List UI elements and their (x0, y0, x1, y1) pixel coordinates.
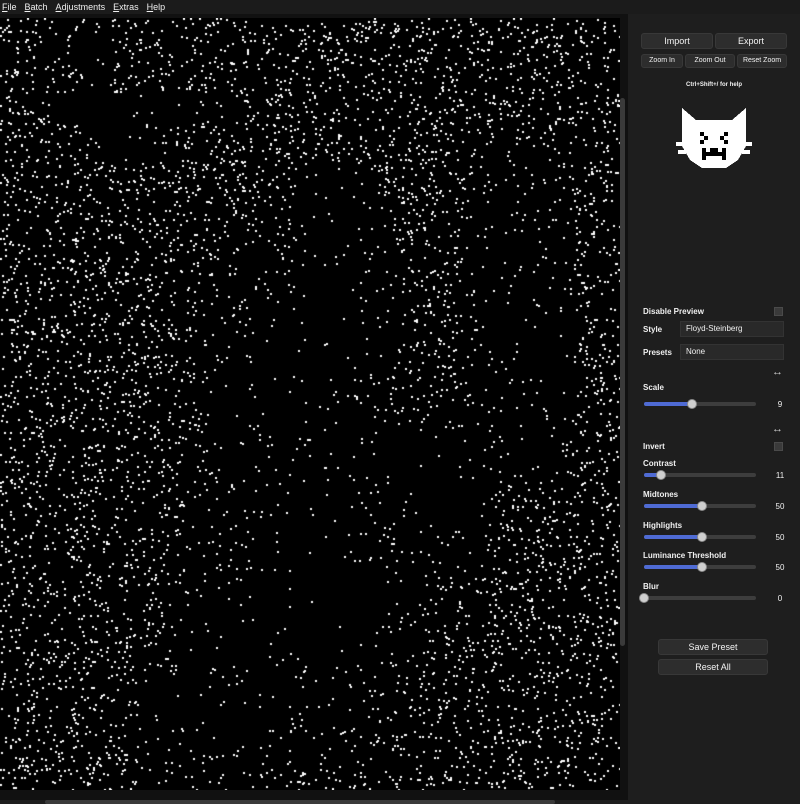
midtones-value: 50 (775, 502, 785, 511)
help-shortcut-text: Ctrl+Shift+/ for help (685, 82, 742, 88)
contrast-slider-thumb[interactable] (656, 470, 667, 480)
luminance-threshold-value: 50 (775, 563, 785, 572)
blur-label: Blur (643, 582, 659, 591)
midtones-label: Midtones (643, 490, 679, 499)
blur-value: 0 (777, 594, 783, 603)
luminance-threshold-slider-fill (644, 565, 703, 569)
import-button[interactable]: Import (641, 33, 713, 49)
contrast-value: 11 (775, 471, 785, 480)
highlights-slider[interactable] (644, 532, 756, 542)
save-preset-button[interactable]: Save Preset (658, 639, 768, 655)
vertical-scrollbar[interactable] (620, 98, 625, 646)
menu-extras[interactable]: Extras (109, 2, 143, 12)
scale-slider-fill (644, 402, 693, 406)
highlights-slider-thumb[interactable] (697, 532, 708, 542)
horizontal-arrows-icon[interactable]: ↔ (772, 367, 783, 378)
horizontal-arrows-icon[interactable]: ↔ (772, 424, 783, 435)
highlights-value: 50 (775, 533, 785, 542)
style-dropdown[interactable]: Floyd-Steinberg (680, 321, 784, 337)
contrast-label: Contrast (643, 459, 676, 468)
zoom-in-button[interactable]: Zoom In (641, 54, 683, 68)
blur-slider-thumb[interactable] (639, 593, 649, 603)
settings-panel: Import Export Zoom In Zoom Out Reset Zoo… (628, 14, 800, 800)
scale-value: 9 (777, 400, 783, 409)
disable-preview-label: Disable Preview (643, 307, 704, 316)
invert-checkbox[interactable] (774, 442, 783, 451)
horizontal-scrollbar[interactable] (45, 800, 555, 804)
export-button[interactable]: Export (715, 33, 787, 49)
menu-file[interactable]: File (0, 2, 21, 12)
menu-adjustments[interactable]: Adjustments (52, 2, 110, 12)
luminance-threshold-slider[interactable] (644, 562, 756, 572)
contrast-slider[interactable] (644, 470, 756, 480)
luminance-threshold-label: Luminance Threshold (643, 551, 727, 560)
disable-preview-checkbox[interactable] (774, 307, 783, 316)
menu-batch[interactable]: Batch (21, 2, 52, 12)
image-preview-area[interactable] (0, 14, 628, 804)
midtones-slider-fill (644, 504, 703, 508)
highlights-slider-fill (644, 535, 703, 539)
midtones-slider-thumb[interactable] (697, 501, 708, 511)
luminance-threshold-slider-thumb[interactable] (697, 562, 708, 572)
scale-label: Scale (643, 383, 664, 392)
menu-bar: File Batch Adjustments Extras Help (0, 0, 800, 14)
dithered-image-preview[interactable] (0, 18, 620, 790)
midtones-slider[interactable] (644, 501, 756, 511)
zoom-out-button[interactable]: Zoom Out (685, 54, 735, 68)
highlights-label: Highlights (643, 521, 683, 530)
menu-help[interactable]: Help (143, 2, 170, 12)
scale-slider[interactable] (644, 399, 756, 409)
blur-slider[interactable] (639, 593, 756, 603)
presets-dropdown[interactable]: None (680, 344, 784, 360)
reset-all-button[interactable]: Reset All (658, 659, 768, 675)
laughing-cat-icon (676, 108, 752, 168)
reset-zoom-button[interactable]: Reset Zoom (737, 54, 787, 68)
scale-slider-thumb[interactable] (687, 399, 698, 409)
style-label: Style (643, 325, 663, 334)
invert-label: Invert (643, 442, 665, 451)
presets-label: Presets (643, 348, 672, 357)
